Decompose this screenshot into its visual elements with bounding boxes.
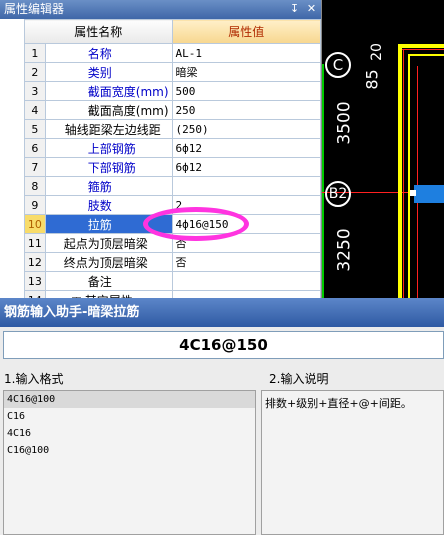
- row-number: 1: [24, 43, 46, 63]
- property-name: +其它属性: [44, 290, 173, 298]
- property-row[interactable]: 1 名称 AL-1: [24, 43, 321, 63]
- column-header-name: 属性名称: [24, 19, 173, 44]
- red-line-left: [403, 49, 404, 298]
- dimension-label-bottom: 3250: [334, 228, 355, 272]
- property-value[interactable]: [171, 271, 321, 291]
- property-value[interactable]: 250: [171, 100, 321, 120]
- property-row[interactable]: 3 截面宽度(mm) 500: [24, 81, 321, 101]
- red-line-top: [402, 49, 444, 50]
- row-number: 4: [24, 100, 46, 120]
- property-editor-title: 属性编辑器: [4, 2, 65, 16]
- format-list-item[interactable]: 4C16@100: [4, 391, 255, 408]
- axis-marker-c: C: [325, 52, 351, 78]
- property-value[interactable]: (250): [171, 119, 321, 139]
- rebar-input-helper: 钢筋输入助手-暗梁拉筋 4C16@150 1.输入格式 2.输入说明 4C16@…: [0, 298, 444, 535]
- property-row[interactable]: 13 备注: [24, 271, 321, 291]
- property-row[interactable]: 12 终点为顶层暗梁否: [24, 252, 321, 272]
- input-description-label: 2.输入说明: [269, 372, 329, 386]
- property-name: 类别: [44, 62, 173, 82]
- property-row[interactable]: 14+其它属性: [24, 290, 321, 298]
- property-name: 备注: [44, 271, 173, 291]
- column-header-value: 属性值: [171, 19, 321, 44]
- dimension-label-mid: 3500: [334, 101, 355, 145]
- property-name: 终点为顶层暗梁: [44, 252, 173, 272]
- property-row[interactable]: 8 箍筋: [24, 176, 321, 196]
- property-name: 截面宽度(mm): [44, 81, 173, 101]
- input-format-list[interactable]: 4C16@100 C16 4C16 C16@100: [3, 390, 256, 535]
- property-name: 轴线距梁左边线距: [44, 119, 173, 139]
- row-number: 3: [24, 81, 46, 101]
- property-value[interactable]: 6ф12: [171, 157, 321, 177]
- property-name: 起点为顶层暗梁: [44, 233, 173, 253]
- cad-drawing-area[interactable]: C B2 85 20 3500 3250: [322, 0, 444, 298]
- format-list-item[interactable]: C16: [4, 408, 255, 425]
- property-name: 上部钢筋: [44, 138, 173, 158]
- property-name: 截面高度(mm): [44, 100, 173, 120]
- property-editor-titlebar[interactable]: 属性编辑器 ↧ ✕: [0, 0, 321, 19]
- row-number: 7: [24, 157, 46, 177]
- property-name: 肢数: [44, 195, 173, 215]
- row-number: 2: [24, 62, 46, 82]
- yellow-wall-inner-top: [408, 54, 444, 56]
- close-icon[interactable]: ✕: [304, 1, 319, 17]
- property-rows: 1 名称 AL-1 2 类别 暗梁 3 截面宽度(mm) 500 4 截面高度(mm) 250 5 轴线距…: [24, 43, 321, 298]
- yellow-wall-inner-left: [408, 54, 410, 298]
- property-value[interactable]: AL-1: [171, 43, 321, 63]
- property-row[interactable]: 2 类别 暗梁: [24, 62, 321, 82]
- property-value[interactable]: 6ф12: [171, 138, 321, 158]
- input-format-label: 1.输入格式: [4, 372, 64, 386]
- beam-endpoint-marker[interactable]: [410, 190, 416, 196]
- row-number: 11: [24, 233, 46, 253]
- property-value[interactable]: [171, 176, 321, 196]
- row-number: 6: [24, 138, 46, 158]
- input-description-box: 排数+级别+直径+@+间距。: [261, 390, 444, 535]
- property-table: 属性名称 属性值 1 名称 AL-1 2 类别 暗梁 3 截面宽度(mm) 500 4 截面高度(m…: [24, 19, 321, 298]
- property-row[interactable]: 5 轴线距梁左边线距 (250): [24, 119, 321, 139]
- property-value[interactable]: 500: [171, 81, 321, 101]
- row-number: 5: [24, 119, 46, 139]
- yellow-wall-left: [398, 44, 402, 298]
- property-row[interactable]: 6 上部钢筋 6ф12: [24, 138, 321, 158]
- row-number: 13: [24, 271, 46, 291]
- row-number: 10: [24, 214, 46, 234]
- rebar-helper-title[interactable]: 钢筋输入助手-暗梁拉筋: [0, 298, 444, 327]
- row-number: 12: [24, 252, 46, 272]
- row-number: 9: [24, 195, 46, 215]
- property-value[interactable]: 否: [171, 252, 321, 272]
- property-row[interactable]: 7 下部钢筋 6ф12: [24, 157, 321, 177]
- format-list-item[interactable]: C16@100: [4, 442, 255, 459]
- property-name: 箍筋: [44, 176, 173, 196]
- row-number: 8: [24, 176, 46, 196]
- dimension-label-top-small: 20: [368, 43, 385, 61]
- property-value[interactable]: 暗梁: [171, 62, 321, 82]
- yellow-wall-top: [398, 44, 444, 48]
- row-number: 14: [24, 290, 46, 298]
- property-row[interactable]: 4 截面高度(mm) 250: [24, 100, 321, 120]
- property-editor-panel: 属性编辑器 ↧ ✕ 属性名称 属性值 1 名称 AL-1 2 类别 暗梁 3 截面宽度(mm)…: [0, 0, 322, 298]
- property-value[interactable]: [171, 290, 321, 298]
- green-axis-line: [322, 64, 324, 298]
- red-line-inner: [417, 66, 418, 298]
- rebar-formula-display[interactable]: 4C16@150: [3, 331, 444, 359]
- pin-icon[interactable]: ↧: [287, 1, 302, 17]
- axis-marker-b2: B2: [325, 181, 351, 207]
- dimension-label-top: 85: [362, 69, 382, 90]
- format-list-item[interactable]: 4C16: [4, 425, 255, 442]
- blue-beam: [414, 185, 444, 203]
- property-name: 下部钢筋: [44, 157, 173, 177]
- property-name: 名称: [44, 43, 173, 63]
- highlight-ellipse-annotation: [143, 207, 249, 241]
